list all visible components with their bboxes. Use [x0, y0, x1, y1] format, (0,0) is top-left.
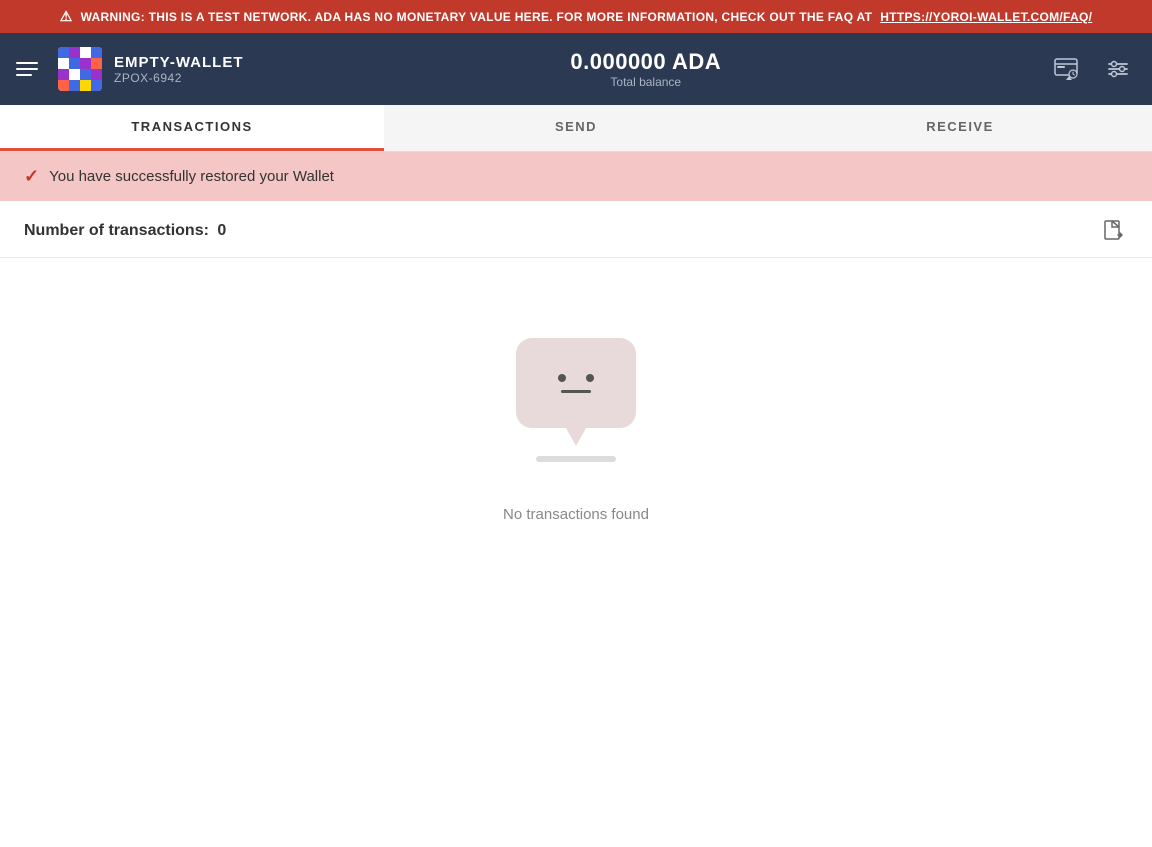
tab-send[interactable]: SEND: [384, 105, 768, 151]
balance-amount: 0.000000 ADA: [570, 49, 721, 75]
nav-tabs: TRANSACTIONS SEND RECEIVE: [0, 105, 1152, 152]
success-banner: ✓ You have successfully restored your Wa…: [0, 152, 1152, 201]
empty-text: No transactions found: [503, 506, 649, 523]
speech-bubble: [516, 338, 636, 428]
transactions-count: Number of transactions: 0: [24, 222, 226, 240]
transactions-header: Number of transactions: 0: [0, 201, 1152, 258]
header-center: 0.000000 ADA Total balance: [244, 49, 1049, 89]
wallet-avatar: [58, 47, 102, 91]
transactions-content: Number of transactions: 0: [0, 201, 1152, 563]
transactions-count-label: Number of transactions:: [24, 222, 209, 239]
filter-settings-icon[interactable]: [1100, 51, 1136, 87]
warning-banner: ⚠ WARNING: THIS IS A TEST NETWORK. ADA H…: [0, 0, 1152, 33]
warning-icon: ⚠: [60, 8, 73, 25]
menu-icon[interactable]: [16, 62, 38, 76]
bubble-eyes: [558, 374, 594, 382]
transactions-count-value: 0: [217, 222, 226, 239]
bubble-face: [558, 374, 594, 393]
tab-receive[interactable]: RECEIVE: [768, 105, 1152, 151]
wallet-settings-icon[interactable]: [1048, 51, 1084, 87]
wallet-info: EMPTY-WALLET ZPOX-6942: [114, 54, 244, 85]
header-left: EMPTY-WALLET ZPOX-6942: [16, 47, 244, 91]
success-message: You have successfully restored your Wall…: [49, 168, 334, 185]
bubble-mouth: [561, 390, 591, 393]
check-icon: ✓: [24, 166, 39, 187]
header: EMPTY-WALLET ZPOX-6942 0.000000 ADA Tota…: [0, 33, 1152, 105]
empty-state: No transactions found: [0, 258, 1152, 563]
wallet-name: EMPTY-WALLET: [114, 54, 244, 71]
bubble-eye-left: [558, 374, 566, 382]
header-right: [1048, 51, 1136, 87]
warning-link[interactable]: HTTPS://YOROI-WALLET.COM/FAQ/: [880, 10, 1092, 24]
tab-transactions[interactable]: TRANSACTIONS: [0, 105, 384, 151]
balance-label: Total balance: [610, 75, 681, 89]
bubble-eye-right: [586, 374, 594, 382]
warning-text: WARNING: THIS IS A TEST NETWORK. ADA HAS…: [81, 10, 873, 24]
empty-illustration: [506, 338, 646, 478]
export-button[interactable]: [1100, 217, 1128, 245]
wallet-id: ZPOX-6942: [114, 71, 244, 85]
shadow-line: [536, 456, 616, 462]
